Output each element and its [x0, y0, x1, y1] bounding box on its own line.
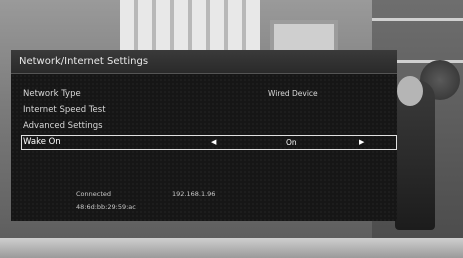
panel-title: Network/Internet Settings: [11, 50, 397, 74]
internet-speed-test-row[interactable]: Internet Speed Test: [22, 102, 397, 118]
arrow-left-icon[interactable]: ◀: [211, 136, 216, 149]
wake-on-row[interactable]: Wake On ◀ On ▶: [21, 135, 397, 150]
network-settings-panel: Network/Internet Settings Network Type W…: [11, 50, 397, 221]
arrow-right-icon[interactable]: ▶: [359, 136, 364, 149]
background-window: [120, 0, 260, 52]
internet-speed-test-label: Internet Speed Test: [23, 105, 106, 115]
background-floor: [0, 238, 463, 258]
ip-address: 192.168.1.96: [172, 190, 216, 198]
network-type-row[interactable]: Network Type Wired Device: [22, 86, 397, 102]
wake-on-value: On: [286, 138, 297, 147]
wake-on-label: Wake On: [23, 137, 61, 147]
advanced-settings-label: Advanced Settings: [23, 121, 103, 131]
mac-address: 48:6d:bb:29:59:ac: [76, 203, 136, 211]
network-type-value: Wired Device: [268, 89, 318, 98]
advanced-settings-row[interactable]: Advanced Settings: [22, 118, 397, 134]
shelf-line: [372, 18, 463, 21]
network-type-label: Network Type: [23, 89, 81, 99]
connection-status: Connected: [76, 190, 112, 198]
background-person-head: [397, 76, 423, 106]
